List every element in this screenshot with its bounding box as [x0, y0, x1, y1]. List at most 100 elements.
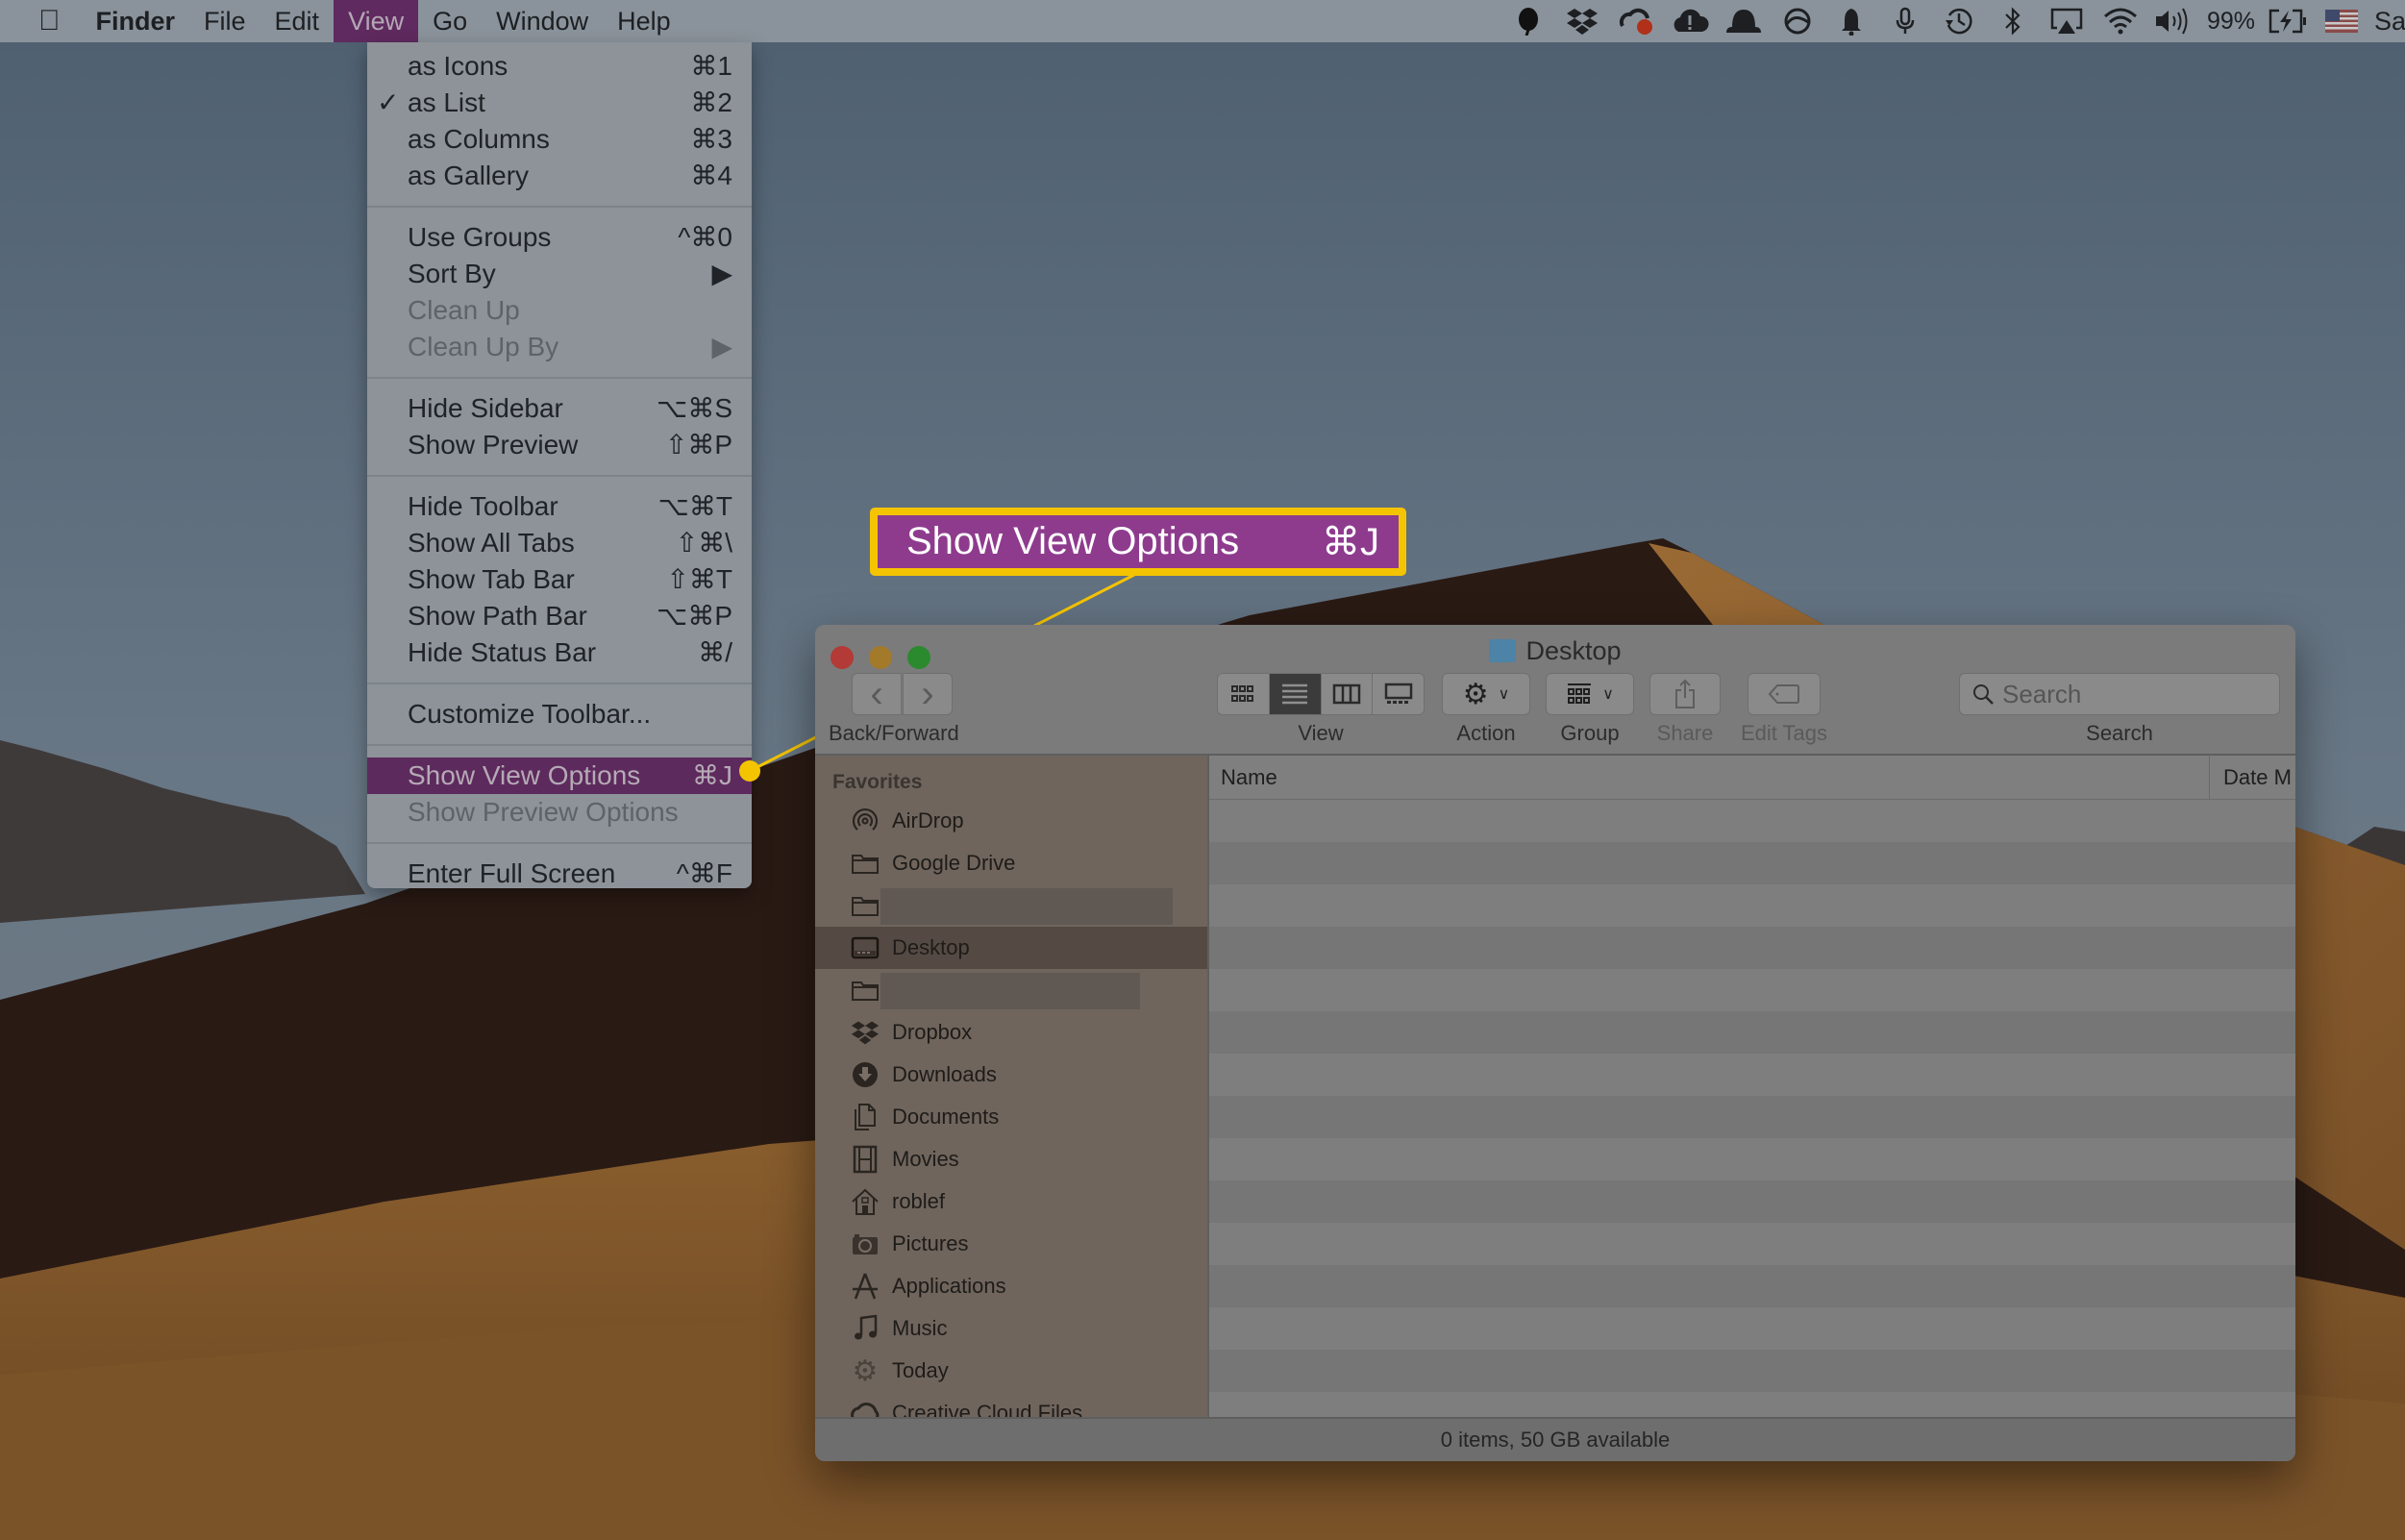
menu-file[interactable]: File: [189, 0, 260, 42]
menu-item-sort-by[interactable]: Sort By ▶: [367, 256, 752, 292]
menu-go[interactable]: Go: [418, 0, 482, 42]
istat-icon[interactable]: [1771, 0, 1824, 42]
airplay-icon[interactable]: [2040, 0, 2094, 42]
menu-item-hide-sidebar[interactable]: Hide Sidebar ⌥⌘S: [367, 390, 752, 427]
hat-icon[interactable]: [1717, 0, 1771, 42]
menu-item-label: Hide Toolbar: [408, 491, 558, 521]
share-button[interactable]: [1649, 673, 1721, 715]
column-header-name[interactable]: Name: [1209, 765, 1277, 790]
sidebar-item-desktop[interactable]: Desktop: [815, 927, 1207, 969]
wifi-icon[interactable]: [2094, 0, 2147, 42]
menu-help[interactable]: Help: [603, 0, 685, 42]
menu-view[interactable]: View: [334, 0, 419, 42]
menu-item-label: Show View Options: [408, 760, 641, 790]
chevron-right-icon: ›: [921, 672, 934, 715]
menu-item-shortcut: ⇧⌘T: [666, 564, 732, 594]
finder-window: Desktop ‹ › Back/Forward View ⚙ ∨ Action…: [815, 625, 2295, 1461]
group-button[interactable]: ∨: [1546, 673, 1634, 715]
backup-alert-icon[interactable]: [1663, 0, 1717, 42]
sidebar-item-pictures[interactable]: Pictures: [815, 1223, 1207, 1265]
notification-bell-icon[interactable]: [1824, 0, 1878, 42]
sidebar-item-roblef[interactable]: roblef: [815, 1180, 1207, 1223]
view-list-button[interactable]: [1269, 674, 1322, 714]
evernote-icon[interactable]: [1501, 0, 1555, 42]
sidebar-item-label: roblef: [892, 1189, 946, 1213]
action-label: Action: [1456, 721, 1516, 745]
menu-separator: [367, 683, 752, 684]
menu-item-shortcut: ⌘2: [690, 87, 732, 117]
user-name-truncated[interactable]: Sa: [2368, 7, 2405, 37]
menu-finder[interactable]: Finder: [82, 0, 190, 42]
menu-item-customize-toolbar[interactable]: Customize Toolbar...: [367, 696, 752, 733]
back-button[interactable]: ‹: [852, 673, 902, 715]
menu-item-show-tab-bar[interactable]: Show Tab Bar ⇧⌘T: [367, 561, 752, 598]
menu-item-shortcut: ⇧⌘P: [664, 430, 732, 460]
forward-button[interactable]: ›: [903, 673, 953, 715]
callout-highlight-box: Show View Options ⌘J: [870, 508, 1406, 576]
battery-charging-icon[interactable]: [2261, 0, 2315, 42]
menu-item-label: Enter Full Screen: [408, 858, 616, 888]
menu-item-hide-toolbar[interactable]: Hide Toolbar ⌥⌘T: [367, 488, 752, 525]
menu-edit[interactable]: Edit: [260, 0, 335, 42]
music-icon: [850, 1313, 880, 1344]
menu-item-as-icons[interactable]: as Icons ⌘1: [367, 48, 752, 85]
volume-icon[interactable]: [2147, 0, 2201, 42]
column-header-date-modified[interactable]: Date M: [2209, 755, 2292, 800]
sidebar-item-creative-cloud-files[interactable]: Creative Cloud Files: [815, 1392, 1207, 1417]
menu-item-show-all-tabs[interactable]: Show All Tabs ⇧⌘\: [367, 525, 752, 561]
menu-separator: [367, 206, 752, 208]
bluetooth-icon[interactable]: [1986, 0, 2040, 42]
menu-item-use-groups[interactable]: Use Groups ^⌘0: [367, 219, 752, 256]
view-columns-button[interactable]: [1321, 674, 1374, 714]
sidebar-item-documents[interactable]: Documents: [815, 1096, 1207, 1138]
menu-window[interactable]: Window: [482, 0, 603, 42]
menu-item-show-view-options[interactable]: Show View Options ⌘J: [367, 758, 752, 794]
search-input[interactable]: [2002, 679, 2271, 709]
sidebar-item-today[interactable]: ⚙ Today: [815, 1350, 1207, 1392]
menu-item-hide-status-bar[interactable]: Hide Status Bar ⌘/: [367, 634, 752, 671]
sidebar-item-movies[interactable]: Movies: [815, 1138, 1207, 1180]
empty-row: [1209, 1096, 2295, 1138]
callout-label: Show View Options: [906, 520, 1240, 562]
action-button[interactable]: ⚙ ∨: [1442, 673, 1530, 715]
sidebar-item-music[interactable]: Music: [815, 1307, 1207, 1350]
menu-item-label: Clean Up: [408, 295, 520, 325]
creative-cloud-icon[interactable]: [1609, 0, 1663, 42]
sidebar-item-downloads[interactable]: Downloads: [815, 1054, 1207, 1096]
menu-item-as-list[interactable]: ✓ as List ⌘2: [367, 85, 752, 121]
menu-item-label: Customize Toolbar...: [408, 699, 652, 729]
menu-item-label: Hide Status Bar: [408, 637, 597, 667]
sidebar-item-google-drive[interactable]: Google Drive: [815, 842, 1207, 884]
search-field[interactable]: [1959, 673, 2280, 715]
dropbox-icon[interactable]: [1555, 0, 1609, 42]
sidebar-item-redacted-folder[interactable]: [815, 969, 1207, 1011]
status-bar: 0 items, 50 GB available: [815, 1417, 2295, 1461]
apple-menu-icon[interactable]: : [0, 0, 82, 42]
menu-item-enter-full-screen[interactable]: Enter Full Screen ^⌘F: [367, 856, 752, 892]
list-header: Name Date M: [1209, 755, 2295, 800]
battery-percent[interactable]: 99%: [2201, 8, 2261, 36]
view-gallery-button[interactable]: [1373, 674, 1424, 714]
sidebar-item-dropbox[interactable]: Dropbox: [815, 1011, 1207, 1054]
menu-item-show-preview-options: Show Preview Options: [367, 794, 752, 831]
menu-item-label: as Gallery: [408, 161, 530, 190]
sidebar-item-redacted-folder[interactable]: [815, 884, 1207, 927]
sidebar-item-applications[interactable]: Applications: [815, 1265, 1207, 1307]
menu-item-shortcut: ⌥⌘S: [657, 393, 732, 423]
edit-tags-button[interactable]: [1748, 673, 1821, 715]
empty-row: [1209, 1265, 2295, 1307]
edit-tags-label: Edit Tags: [1740, 721, 1828, 745]
sidebar-item-airdrop[interactable]: AirDrop: [815, 800, 1207, 842]
status-menu-area: 99% Sa: [1501, 0, 2405, 42]
menu-item-show-preview[interactable]: Show Preview ⇧⌘P: [367, 427, 752, 463]
us-flag-icon[interactable]: [2315, 0, 2368, 42]
empty-list-area[interactable]: [1209, 800, 2295, 1392]
time-machine-icon[interactable]: [1932, 0, 1986, 42]
menu-item-show-path-bar[interactable]: Show Path Bar ⌥⌘P: [367, 598, 752, 634]
microphone-icon[interactable]: [1878, 0, 1932, 42]
menu-item-as-columns[interactable]: as Columns ⌘3: [367, 121, 752, 158]
menu-item-as-gallery[interactable]: as Gallery ⌘4: [367, 158, 752, 194]
empty-row: [1209, 884, 2295, 927]
file-list: Name Date M: [1207, 755, 2295, 1417]
view-icons-button[interactable]: [1218, 674, 1270, 714]
